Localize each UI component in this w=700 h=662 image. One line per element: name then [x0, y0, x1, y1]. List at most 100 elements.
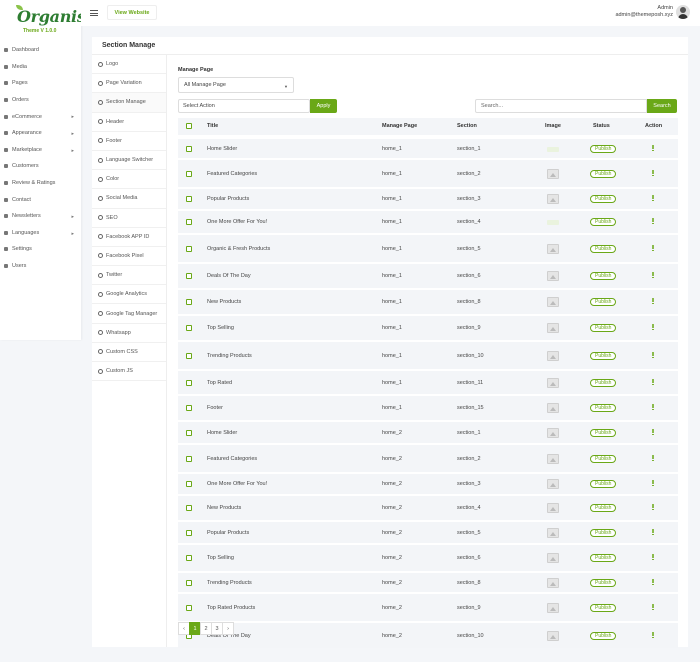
more-vertical-icon[interactable]	[652, 404, 654, 411]
submenu-label: Facebook Pixel	[106, 252, 144, 259]
bulk-action-select[interactable]: Select Action	[178, 99, 310, 113]
submenu-item-footer[interactable]: Footer	[92, 132, 166, 151]
status-badge: Publish	[590, 529, 617, 537]
sidebar-item-marketplace[interactable]: Marketplace ▸	[0, 142, 81, 159]
sections-table: Title Manage Page Section Image Status A…	[178, 118, 678, 650]
more-vertical-icon[interactable]	[652, 218, 654, 225]
row-checkbox[interactable]	[186, 456, 192, 462]
sidebar-item-languages[interactable]: Languages ▸	[0, 225, 81, 242]
cell-section: section_3	[457, 481, 481, 487]
row-checkbox[interactable]	[186, 580, 192, 586]
cell-section: section_8	[457, 299, 481, 305]
menu-toggle-icon[interactable]	[90, 10, 98, 16]
row-checkbox[interactable]	[186, 171, 192, 177]
more-vertical-icon[interactable]	[652, 298, 654, 305]
submenu-item-twitter[interactable]: Twitter	[92, 266, 166, 286]
sidebar-item-media[interactable]: Media	[0, 59, 81, 76]
sidebar-item-label: Contact	[12, 196, 31, 203]
col-image: Image	[545, 123, 561, 129]
cell-section: section_10	[457, 353, 484, 359]
submenu-item-section-manage[interactable]: Section Manage	[92, 93, 166, 113]
more-vertical-icon[interactable]	[652, 579, 654, 586]
row-checkbox[interactable]	[186, 353, 192, 359]
sidebar-item-settings[interactable]: Settings	[0, 241, 81, 258]
submenu-item-social-media[interactable]: Social Media	[92, 189, 166, 209]
submenu-item-facebook-app-id[interactable]: Facebook APP ID	[92, 228, 166, 247]
sidebar-item-review-ratings[interactable]: Review & Ratings	[0, 175, 81, 192]
more-vertical-icon[interactable]	[652, 145, 654, 152]
submenu-item-custom-css[interactable]: Custom CSS	[92, 343, 166, 362]
row-checkbox[interactable]	[186, 146, 192, 152]
more-vertical-icon[interactable]	[652, 379, 654, 386]
more-vertical-icon[interactable]	[652, 352, 654, 359]
row-checkbox[interactable]	[186, 325, 192, 331]
more-vertical-icon[interactable]	[652, 455, 654, 462]
row-checkbox[interactable]	[186, 430, 192, 436]
row-checkbox[interactable]	[186, 481, 192, 487]
sidebar-item-contact[interactable]: Contact	[0, 191, 81, 208]
view-website-button[interactable]: View Website	[107, 5, 157, 20]
row-checkbox[interactable]	[186, 246, 192, 252]
table-row: Popular Products home_1 section_3 Publish	[178, 189, 678, 209]
row-checkbox[interactable]	[186, 299, 192, 305]
sidebar-item-label: Customers	[12, 163, 39, 170]
row-checkbox[interactable]	[186, 530, 192, 536]
more-vertical-icon[interactable]	[652, 324, 654, 331]
submenu-item-facebook-pixel[interactable]: Facebook Pixel	[92, 247, 166, 267]
row-checkbox[interactable]	[186, 273, 192, 279]
submenu-item-header[interactable]: Header	[92, 113, 166, 132]
more-vertical-icon[interactable]	[652, 429, 654, 436]
submenu-item-custom-js[interactable]: Custom JS	[92, 362, 166, 382]
table-row: Organic & Fresh Products home_1 section_5 P…	[178, 235, 678, 262]
sidebar-item-users[interactable]: Users	[0, 258, 81, 275]
more-vertical-icon[interactable]	[652, 632, 654, 639]
more-vertical-icon[interactable]	[652, 554, 654, 561]
more-vertical-icon[interactable]	[652, 245, 654, 252]
row-checkbox[interactable]	[186, 505, 192, 511]
sidebar-item-ecommerce[interactable]: eCommerce ▸	[0, 108, 81, 125]
more-vertical-icon[interactable]	[652, 195, 654, 202]
select-all-checkbox[interactable]	[186, 123, 192, 129]
submenu-item-color[interactable]: Color	[92, 170, 166, 190]
row-checkbox[interactable]	[186, 555, 192, 561]
pagination-next[interactable]: ›	[222, 622, 234, 635]
table-row: Deals Of The Day home_2 section_10 Publish	[178, 623, 678, 648]
more-vertical-icon[interactable]	[652, 170, 654, 177]
search-button[interactable]: Search	[647, 99, 677, 113]
cell-section: section_1	[457, 146, 481, 152]
submenu-item-whatsapp[interactable]: Whatsapp	[92, 324, 166, 343]
more-vertical-icon[interactable]	[652, 480, 654, 487]
row-checkbox[interactable]	[186, 405, 192, 411]
search-input[interactable]: Search...	[475, 99, 647, 113]
submenu-label: Google Tag Manager	[106, 310, 158, 317]
sidebar-item-appearance[interactable]: Appearance ▸	[0, 125, 81, 142]
brand-logo[interactable]: Organis	[16, 5, 86, 27]
manage-page-select[interactable]: All Manage Page ▼	[178, 77, 294, 93]
submenu-item-google-analytics[interactable]: Google Analytics	[92, 285, 166, 305]
gear-icon	[98, 195, 103, 201]
submenu-item-google-tag-manager[interactable]: Google Tag Manager	[92, 304, 166, 324]
gear-icon	[98, 234, 103, 240]
sidebar-item-customers[interactable]: Customers	[0, 158, 81, 175]
more-vertical-icon[interactable]	[652, 604, 654, 611]
row-checkbox[interactable]	[186, 196, 192, 202]
sidebar-item-newsletters[interactable]: Newsletters ▸	[0, 208, 81, 225]
submenu-item-page-variation[interactable]: Page Variation	[92, 74, 166, 94]
more-vertical-icon[interactable]	[652, 272, 654, 279]
row-checkbox[interactable]	[186, 219, 192, 225]
more-vertical-icon[interactable]	[652, 504, 654, 511]
sidebar-item-dashboard[interactable]: Dashboard	[0, 42, 81, 59]
submenu-item-logo[interactable]: Logo	[92, 55, 166, 75]
avatar[interactable]	[676, 5, 690, 19]
cell-title: Footer	[207, 405, 223, 411]
row-checkbox[interactable]	[186, 380, 192, 386]
sidebar-item-pages[interactable]: Pages	[0, 75, 81, 92]
row-checkbox[interactable]	[186, 605, 192, 611]
sidebar-item-orders[interactable]: Orders	[0, 92, 81, 109]
image-placeholder-icon	[547, 454, 559, 464]
submenu-item-seo[interactable]: SEO	[92, 209, 166, 228]
more-vertical-icon[interactable]	[652, 529, 654, 536]
apply-button[interactable]: Apply	[310, 99, 337, 113]
gear-icon	[98, 80, 103, 86]
submenu-item-language-switcher[interactable]: Language Switcher	[92, 151, 166, 171]
